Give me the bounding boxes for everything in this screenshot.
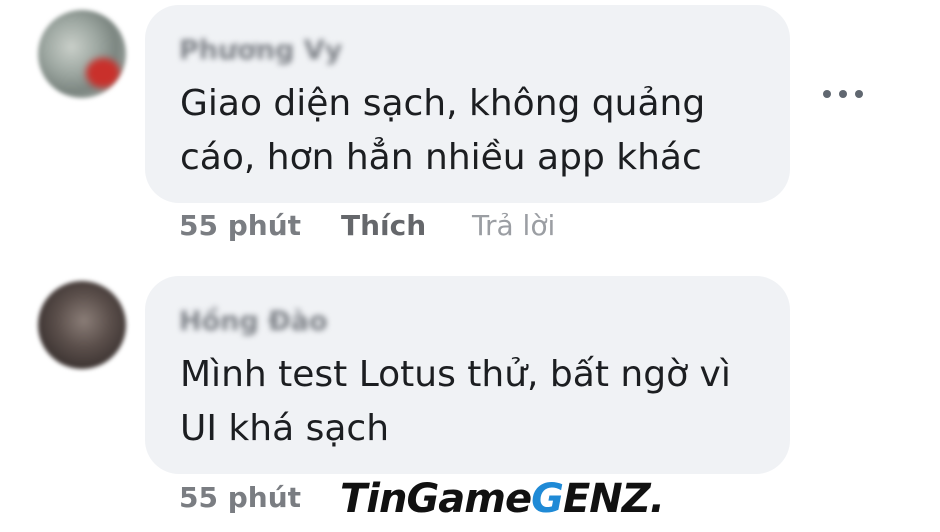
dot <box>855 90 863 98</box>
like-button[interactable]: Thích <box>341 209 426 242</box>
more-options-icon[interactable] <box>823 84 863 104</box>
watermark-text: TinGame <box>340 476 532 522</box>
comment-author[interactable]: Hồng Đào <box>179 306 328 337</box>
dot <box>839 90 847 98</box>
watermark-text-accent: G <box>531 476 564 522</box>
comment-bubble: Hồng Đào Mình test Lotus thử, bất ngờ vì… <box>145 276 790 474</box>
watermark-logo: TinGameGENZ. <box>334 476 670 528</box>
avatar[interactable] <box>38 281 126 369</box>
avatar[interactable] <box>38 10 126 98</box>
comment-text: Giao diện sạch, không quảng cáo, hơn hẳn… <box>180 83 706 178</box>
watermark-text: ENZ. <box>562 476 665 522</box>
comment-timestamp[interactable]: 55 phút <box>179 481 301 514</box>
reply-button[interactable]: Trả lời <box>472 209 555 242</box>
comment-text: Mình test Lotus thử, bất ngờ vì UI khá s… <box>180 354 731 449</box>
avatar-image-detail <box>86 58 120 88</box>
comment-timestamp[interactable]: 55 phút <box>179 209 301 242</box>
dot <box>823 90 831 98</box>
comment-author[interactable]: Phương Vy <box>179 35 342 66</box>
comment-bubble: Phương Vy Giao diện sạch, không quảng cá… <box>145 5 790 203</box>
